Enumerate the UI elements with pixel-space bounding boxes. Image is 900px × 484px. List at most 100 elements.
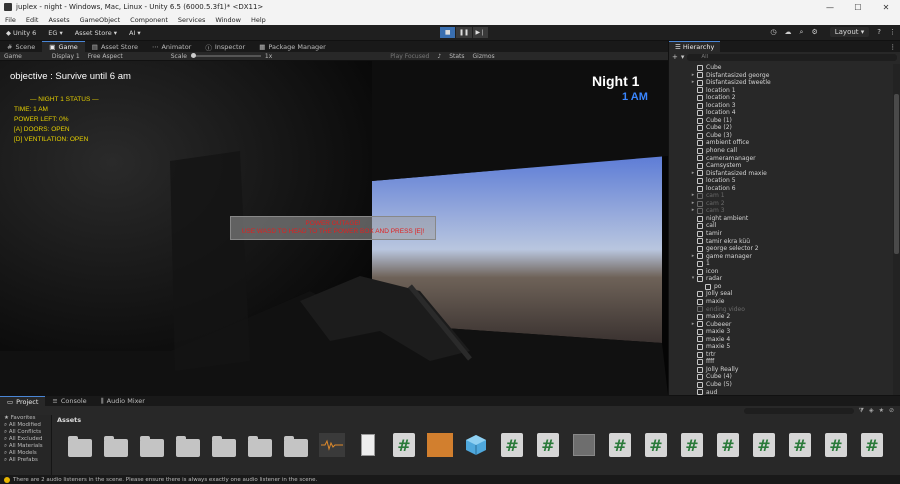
cloud-icon[interactable]: ☁ bbox=[785, 28, 792, 36]
asset-tile[interactable]: # bbox=[818, 432, 854, 464]
hierarchy-item[interactable]: ▸ Disfantasized george bbox=[669, 72, 893, 80]
hierarchy-item[interactable]: location 5 bbox=[669, 177, 893, 185]
mute-icon[interactable]: ♪ bbox=[433, 53, 445, 60]
scale-slider-handle[interactable] bbox=[190, 53, 196, 58]
star-icon[interactable]: ★ bbox=[879, 407, 884, 414]
hierarchy-item[interactable]: icon bbox=[669, 268, 893, 276]
hierarchy-item[interactable]: trtr bbox=[669, 351, 893, 359]
minimize-icon[interactable]: — bbox=[816, 3, 844, 12]
tab-game[interactable]: ▣ Game bbox=[42, 41, 85, 52]
search-icon[interactable]: ⌕ bbox=[800, 28, 804, 37]
hierarchy-item[interactable]: 1 bbox=[669, 260, 893, 268]
hierarchy-item[interactable]: Cube (2) bbox=[669, 124, 893, 132]
hierarchy-item[interactable]: cameramanager bbox=[669, 155, 893, 163]
hierarchy-item[interactable]: george selector 2 bbox=[669, 245, 893, 253]
hierarchy-search-input[interactable]: All bbox=[687, 53, 897, 61]
hierarchy-item[interactable]: maxie 3 bbox=[669, 328, 893, 336]
asset-tile[interactable] bbox=[170, 432, 206, 464]
hierarchy-item[interactable]: location 2 bbox=[669, 94, 893, 102]
favorite-item[interactable]: ⌕ All Modified bbox=[4, 422, 51, 429]
game-mode-dropdown[interactable]: Game bbox=[0, 53, 26, 60]
ai-button[interactable]: AI ▾ bbox=[123, 29, 147, 37]
hierarchy-item[interactable]: ambient office bbox=[669, 139, 893, 147]
layout-dropdown[interactable]: Layout ▾ bbox=[829, 27, 870, 37]
menu-gameobject[interactable]: GameObject bbox=[75, 16, 126, 24]
hierarchy-item[interactable]: Cube (5) bbox=[669, 381, 893, 389]
close-icon[interactable]: ✕ bbox=[872, 3, 900, 12]
hierarchy-item[interactable]: Cube (4) bbox=[669, 373, 893, 381]
asset-tile[interactable]: # bbox=[782, 432, 818, 464]
menu-component[interactable]: Component bbox=[125, 16, 173, 24]
asset-tile[interactable]: # bbox=[638, 432, 674, 464]
history-icon[interactable]: ◷ bbox=[770, 28, 776, 36]
hierarchy-item[interactable]: Cube (1) bbox=[669, 117, 893, 125]
hierarchy-item[interactable]: ▸ Disfantasized maxie bbox=[669, 170, 893, 178]
hierarchy-item[interactable]: maxie 5 bbox=[669, 343, 893, 351]
hierarchy-item[interactable]: location 6 bbox=[669, 185, 893, 193]
asset-tile[interactable] bbox=[278, 432, 314, 464]
expand-arrow-icon[interactable]: ▸ bbox=[689, 207, 697, 215]
hierarchy-item[interactable]: maxie bbox=[669, 298, 893, 306]
step-button[interactable]: ▶❘ bbox=[472, 27, 488, 38]
add-icon[interactable]: + bbox=[672, 53, 678, 61]
tab-project[interactable]: ▭ Project bbox=[0, 396, 46, 406]
settings-icon[interactable]: ⚙ bbox=[811, 28, 817, 36]
hierarchy-item[interactable]: Cube (3) bbox=[669, 132, 893, 140]
hierarchy-item[interactable]: ending video bbox=[669, 306, 893, 314]
asset-tile[interactable] bbox=[458, 432, 494, 464]
hierarchy-item[interactable]: Jolly Really bbox=[669, 366, 893, 374]
asset-tile[interactable] bbox=[98, 432, 134, 464]
hierarchy-item[interactable]: po bbox=[669, 283, 893, 291]
expand-arrow-icon[interactable]: ▸ bbox=[689, 253, 697, 261]
help-icon[interactable]: ? bbox=[877, 28, 881, 36]
asset-tile[interactable] bbox=[62, 432, 98, 464]
hierarchy-item[interactable]: phone call bbox=[669, 147, 893, 155]
aspect-dropdown[interactable]: Free Aspect bbox=[84, 53, 127, 60]
hierarchy-item[interactable]: call bbox=[669, 222, 893, 230]
filter-icon[interactable]: ⧩ bbox=[859, 407, 864, 415]
tab-console[interactable]: ≡ Console bbox=[45, 396, 93, 406]
scale-slider[interactable] bbox=[190, 53, 261, 58]
asset-tile[interactable]: # bbox=[746, 432, 782, 464]
hierarchy-item[interactable]: night ambient bbox=[669, 215, 893, 223]
hierarchy-item[interactable]: maxie 2 bbox=[669, 313, 893, 321]
favorite-item[interactable]: ⌕ All Conflicts bbox=[4, 429, 51, 436]
hierarchy-item[interactable]: Camsystem bbox=[669, 162, 893, 170]
asset-tile[interactable] bbox=[242, 432, 278, 464]
hierarchy-item[interactable]: ▸ cam 2 bbox=[669, 200, 893, 208]
unity-version-button[interactable]: ◆ Unity 6 bbox=[0, 29, 42, 37]
chevron-down-icon[interactable]: ▾ bbox=[681, 53, 685, 61]
hierarchy-item[interactable]: ▸ Cubeeer bbox=[669, 321, 893, 329]
tab-package-manager[interactable]: ▦ Package Manager bbox=[252, 41, 333, 52]
expand-arrow-icon[interactable]: ▸ bbox=[689, 79, 697, 87]
expand-arrow-icon[interactable]: ▸ bbox=[689, 192, 697, 200]
favorite-item[interactable]: ⌕ All Models bbox=[4, 450, 51, 457]
asset-tile[interactable] bbox=[134, 432, 170, 464]
tab-inspector[interactable]: ⓘ Inspector bbox=[198, 41, 252, 52]
stats-button[interactable]: Stats bbox=[445, 53, 468, 60]
gizmos-button[interactable]: Gizmos bbox=[469, 53, 499, 60]
hierarchy-item[interactable]: ▸ cam 3 bbox=[669, 207, 893, 215]
expand-arrow-icon[interactable]: ▾ bbox=[689, 275, 697, 283]
hidden-icon[interactable]: ⊘ bbox=[889, 407, 894, 414]
asset-store-button[interactable]: Asset Store ▾ bbox=[69, 29, 123, 37]
hierarchy-item[interactable]: ▸ cam 1 bbox=[669, 192, 893, 200]
menu-file[interactable]: File bbox=[0, 16, 21, 24]
menu-assets[interactable]: Assets bbox=[43, 16, 74, 24]
asset-tile[interactable] bbox=[422, 432, 458, 464]
expand-arrow-icon[interactable]: ▸ bbox=[689, 321, 697, 329]
hierarchy-scroll-thumb[interactable] bbox=[894, 94, 899, 254]
hierarchy-item[interactable]: location 1 bbox=[669, 87, 893, 95]
asset-tile[interactable] bbox=[206, 432, 242, 464]
tab-hierarchy[interactable]: ☰ Hierarchy bbox=[669, 41, 721, 52]
tab-animator[interactable]: ⋯ Animator bbox=[145, 41, 198, 52]
game-viewport[interactable]: objective : Survive until 6 am Night 1 1… bbox=[0, 61, 668, 395]
hierarchy-item[interactable]: ▾ radar bbox=[669, 275, 893, 283]
maximize-icon[interactable]: ☐ bbox=[844, 3, 872, 12]
asset-tile[interactable]: # bbox=[602, 432, 638, 464]
menu-edit[interactable]: Edit bbox=[21, 16, 44, 24]
asset-tile[interactable] bbox=[566, 432, 602, 464]
play-button[interactable]: ■ bbox=[440, 27, 456, 38]
hierarchy-item[interactable]: Cube bbox=[669, 64, 893, 72]
asset-tile[interactable]: # bbox=[386, 432, 422, 464]
